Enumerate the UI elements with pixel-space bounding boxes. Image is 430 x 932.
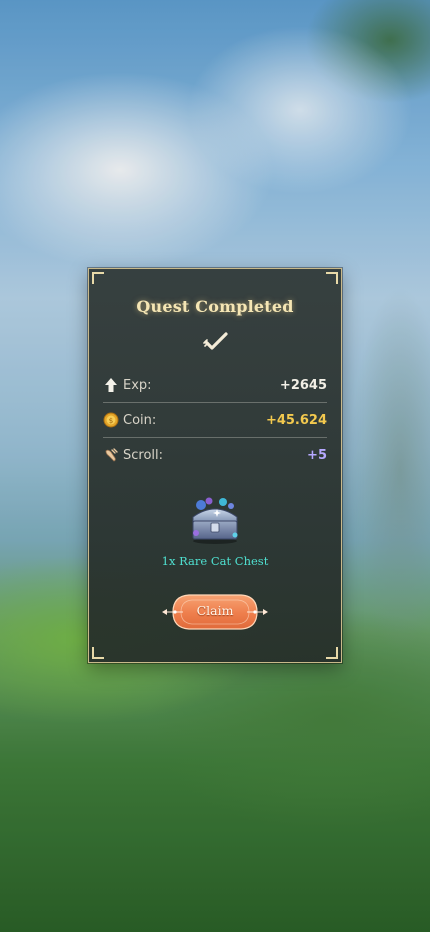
frame-corner-top-right	[326, 272, 338, 284]
reward-label: Coin:	[123, 412, 157, 428]
coin-icon: $	[103, 412, 119, 428]
reward-row-scroll: Scroll: +5	[103, 438, 327, 472]
item-reward-label: 1x Rare Cat Chest	[161, 554, 269, 568]
quest-completed-dialog: Quest Completed Exp: +2645 $ Coin: +45.6…	[88, 268, 342, 663]
checkmark-icon	[203, 331, 229, 351]
frame-corner-top-left	[92, 272, 104, 284]
reward-list: Exp: +2645 $ Coin: +45.624 Scroll: +5	[103, 368, 327, 472]
reward-label: Scroll:	[123, 447, 164, 463]
reward-row-exp: Exp: +2645	[103, 368, 327, 403]
treasure-chest-icon	[187, 497, 243, 545]
claim-button-label: Claim	[196, 603, 234, 618]
blurred-game-background: Quest Completed Exp: +2645 $ Coin: +45.6…	[0, 0, 430, 932]
reward-value: +45.624	[265, 412, 327, 428]
dialog-title: Quest Completed	[136, 297, 294, 316]
frame-corner-bottom-left	[92, 647, 104, 659]
reward-value: +5	[307, 447, 327, 463]
svg-text:$: $	[109, 417, 113, 425]
claim-button[interactable]: Claim	[159, 588, 271, 636]
reward-value: +2645	[279, 377, 327, 393]
reward-row-coin: $ Coin: +45.624	[103, 403, 327, 438]
frame-corner-bottom-right	[326, 647, 338, 659]
reward-label: Exp:	[123, 377, 152, 393]
scroll-icon	[103, 447, 119, 463]
up-arrow-icon	[103, 377, 119, 393]
